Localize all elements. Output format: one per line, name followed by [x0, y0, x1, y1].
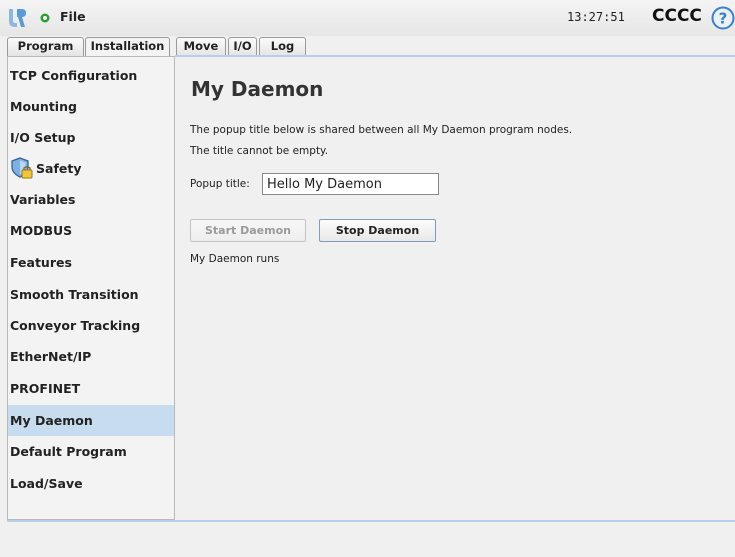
sidebar-item-mounting[interactable]: Mounting [8, 91, 174, 122]
daemon-status-text: My Daemon runs [190, 253, 280, 265]
sidebar-item-modbus[interactable]: MODBUS [8, 215, 174, 246]
sidebar-item-load-save[interactable]: Load/Save [8, 468, 174, 499]
shield-lock-icon [11, 157, 33, 179]
tab-io[interactable]: I/O [228, 37, 257, 56]
robot-name: CCCC [652, 6, 702, 26]
clock: 13:27:51 [567, 10, 625, 24]
stop-daemon-button[interactable]: Stop Daemon [319, 219, 436, 242]
running-status-icon [40, 13, 50, 23]
file-menu[interactable]: File [60, 9, 86, 24]
popup-title-label: Popup title: [190, 178, 250, 190]
sidebar-item-smooth-transition[interactable]: Smooth Transition [8, 279, 174, 310]
description-line-2: The title cannot be empty. [190, 145, 329, 157]
title-bar: File 13:27:51 CCCC ? [0, 0, 735, 36]
help-icon[interactable]: ? [711, 6, 735, 30]
tab-program[interactable]: Program [7, 37, 84, 56]
my-daemon-panel: My Daemon The popup title below is share… [175, 57, 735, 520]
description-line-1: The popup title below is shared between … [190, 124, 573, 136]
sidebar-item-variables[interactable]: Variables [8, 184, 174, 215]
popup-title-input[interactable] [262, 173, 439, 195]
sidebar-item-ethernet-ip[interactable]: EtherNet/IP [8, 341, 174, 372]
tab-installation[interactable]: Installation [85, 37, 170, 56]
tab-log[interactable]: Log [259, 37, 306, 56]
footer-bar [0, 522, 735, 557]
sidebar-item-label: Safety [36, 161, 82, 176]
page-title: My Daemon [191, 77, 324, 101]
sidebar-item-my-daemon[interactable]: My Daemon [8, 405, 174, 436]
universal-robots-logo-icon [9, 9, 26, 27]
sidebar-item-safety[interactable]: Safety [8, 153, 174, 184]
tab-move[interactable]: Move [176, 37, 226, 56]
installation-sidebar: TCP Configuration Mounting I/O Setup Saf… [7, 56, 175, 520]
svg-text:?: ? [719, 10, 728, 28]
sidebar-item-tcp-configuration[interactable]: TCP Configuration [8, 60, 174, 91]
sidebar-item-profinet[interactable]: PROFINET [8, 373, 174, 404]
sidebar-item-features[interactable]: Features [8, 247, 174, 278]
sidebar-item-io-setup[interactable]: I/O Setup [8, 122, 174, 153]
start-daemon-button[interactable]: Start Daemon [190, 219, 306, 242]
sidebar-item-conveyor-tracking[interactable]: Conveyor Tracking [8, 310, 174, 341]
sidebar-item-default-program[interactable]: Default Program [8, 436, 174, 467]
